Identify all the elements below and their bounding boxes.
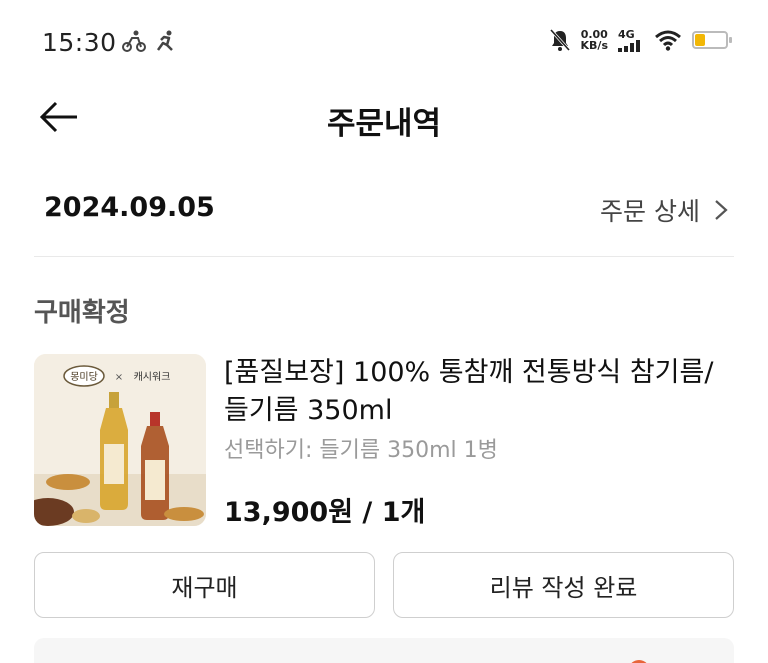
next-order-card[interactable] (34, 638, 734, 663)
battery-level (695, 34, 705, 46)
product-thumbnail[interactable]: 몽미당 × 캐시워크 (34, 354, 206, 526)
chevron-right-icon (715, 200, 728, 220)
rebuy-button[interactable]: 재구매 (34, 552, 375, 618)
status-time: 15:30 (42, 28, 117, 57)
order-detail-link[interactable]: 주문 상세 (600, 192, 728, 228)
delivery-rider-icon (122, 30, 146, 52)
status-bar: 15:30 0.00 KB/s 4G (0, 0, 768, 86)
product-price: 13,900원 / 1개 (224, 497, 426, 528)
product-info: [품질보장] 100% 통참깨 전통방식 참기름/들기름 350ml 선택하기:… (224, 354, 734, 529)
mute-bell-icon (549, 28, 570, 52)
order-header: 2024.09.05 주문 상세 (0, 180, 768, 240)
thumb-brand-right: 캐시워크 (134, 370, 171, 383)
order-detail-label: 주문 상세 (600, 197, 700, 226)
net-speed-unit: KB/s (580, 39, 608, 52)
battery-icon (692, 31, 732, 49)
thumb-brand-x: × (115, 372, 123, 383)
thumb-brand-left: 몽미당 (70, 371, 98, 383)
product-image: 몽미당 × 캐시워크 (34, 354, 206, 526)
status-right: 0.00 KB/s 4G (549, 28, 732, 52)
order-date: 2024.09.05 (44, 192, 215, 223)
wifi-icon (655, 30, 681, 51)
runner-icon (156, 30, 173, 51)
divider (34, 256, 734, 257)
action-buttons: 재구매 리뷰 작성 완료 (34, 552, 734, 618)
page-title: 주문내역 (326, 106, 442, 142)
review-complete-button[interactable]: 리뷰 작성 완료 (393, 552, 734, 618)
product-name: [품질보장] 100% 통참깨 전통방식 참기름/들기름 350ml (224, 357, 714, 426)
net-speed: 0.00 KB/s (581, 29, 608, 51)
network-4g: 4G (618, 29, 644, 52)
app-header: 주문내역 (0, 86, 768, 148)
status-app-icons (122, 30, 176, 52)
product-option: 선택하기: 들기름 350ml 1병 (224, 438, 498, 463)
signal-icon (618, 39, 640, 52)
network-type-label: 4G (618, 27, 635, 41)
order-status: 구매확정 (34, 298, 130, 328)
product-item[interactable]: 몽미당 × 캐시워크 [품질보장] 100% 통참깨 전통방식 참기름/들기름 … (34, 354, 734, 529)
